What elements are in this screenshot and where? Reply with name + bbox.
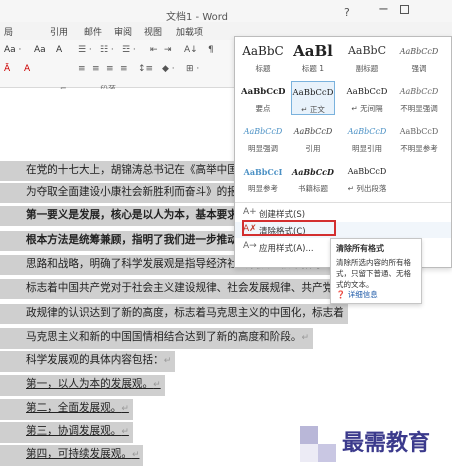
shading-icon[interactable]: ◆ · bbox=[162, 64, 175, 74]
align-center-icon[interactable]: ≡ bbox=[92, 64, 100, 74]
tab-view[interactable]: 视图 bbox=[144, 25, 162, 38]
doc-line[interactable]: 政规律的认识达到了新的高度，标志着马克思主义的中国化，标志着 bbox=[0, 304, 348, 324]
create-style-item[interactable]: A+ 创建样式(S) bbox=[235, 205, 451, 221]
multilevel-list-icon[interactable]: ☲ · bbox=[122, 45, 136, 55]
tab-references[interactable]: 引用 bbox=[50, 25, 68, 38]
tab-addins[interactable]: 加载项 bbox=[176, 25, 203, 38]
doc-line[interactable]: 马克思主义和新的中国国情相结合达到了新的高度和阶段。↵ bbox=[0, 328, 313, 349]
doc-line[interactable]: 第二，全面发展观。↵ bbox=[0, 399, 133, 420]
tooltip-help-link[interactable]: ❓ 详细信息 bbox=[336, 289, 378, 300]
align-right-icon[interactable]: ≡ bbox=[106, 64, 114, 74]
style-subtle-reference[interactable]: AaBbCcD 不明显参考 bbox=[397, 121, 441, 155]
doc-line[interactable]: 在党的十七大上，胡锦涛总书记在《高举中国特 bbox=[0, 161, 253, 181]
phonetic-icon[interactable]: Aa bbox=[34, 45, 46, 55]
clear-formatting-item-spacer bbox=[235, 186, 451, 202]
paragraph-mark: ↵ bbox=[121, 404, 129, 414]
doc-line[interactable]: 第三，协调发展观。↵ bbox=[0, 422, 133, 443]
doc-line[interactable]: 第四，可持续发展观。↵ bbox=[0, 445, 144, 466]
change-case-button[interactable]: Aa · bbox=[4, 45, 21, 55]
gallery-divider bbox=[235, 202, 451, 203]
borders-icon[interactable]: ⊞ · bbox=[186, 64, 199, 74]
align-left-icon[interactable]: ≡ bbox=[78, 64, 86, 74]
style-subtitle[interactable]: AaBbC 副标题 bbox=[345, 41, 389, 75]
highlight-box bbox=[242, 220, 336, 236]
highlight-color-icon[interactable]: Ā bbox=[4, 64, 10, 74]
doc-line[interactable]: 标志着中国共产党对于社会主义建设规律、社会发展规律、共产党执 bbox=[0, 279, 348, 299]
show-marks-icon[interactable]: ¶ bbox=[208, 45, 214, 55]
style-intense-quote[interactable]: AaBbCcD 明显引用 bbox=[345, 121, 389, 155]
decrease-indent-icon[interactable]: ⇤ bbox=[150, 45, 158, 55]
help-icon: ❓ bbox=[336, 290, 346, 299]
watermark-text: 最需教育 bbox=[342, 430, 430, 456]
style-intense-emphasis[interactable]: AaBbCcD 明显强调 bbox=[241, 121, 285, 155]
justify-icon[interactable]: ≡ bbox=[120, 64, 128, 74]
bullets-icon[interactable]: ☰ · bbox=[78, 45, 92, 55]
style-normal[interactable]: AaBbCcD ↵ 正文 bbox=[291, 81, 335, 115]
paragraph-mark: ↵ bbox=[121, 427, 129, 437]
paragraph-mark: ↵ bbox=[153, 380, 161, 390]
clear-formatting-tooltip: 清除所有格式 清除所选内容的所有格式，只留下普通、无格式的文本。 ❓ 详细信息 bbox=[330, 238, 422, 304]
tooltip-title: 清除所有格式 bbox=[336, 244, 384, 253]
style-subtle-emphasis[interactable]: AaBbCcD 不明显强调 bbox=[397, 81, 441, 115]
tab-mailings[interactable]: 邮件 bbox=[84, 25, 102, 38]
char-border-icon[interactable]: A bbox=[56, 45, 62, 55]
maximize-button[interactable] bbox=[400, 5, 409, 14]
font-color-icon[interactable]: A bbox=[24, 64, 30, 74]
paragraph-mark: ↵ bbox=[163, 356, 172, 366]
paragraph-mark: ↵ bbox=[301, 333, 309, 343]
increase-indent-icon[interactable]: ⇥ bbox=[164, 45, 172, 55]
watermark: 最需教育 bbox=[300, 420, 452, 471]
tooltip-body: 清除所选内容的所有格式，只留下普通、无格式的文本。 bbox=[336, 258, 411, 289]
line-spacing-icon[interactable]: ↕≡ bbox=[138, 64, 153, 74]
style-heading-1[interactable]: AaBl 标题 1 bbox=[291, 41, 335, 75]
sort-icon[interactable]: A↓ bbox=[184, 45, 198, 55]
apply-styles-icon: A→ bbox=[243, 241, 257, 251]
tab-layout[interactable]: 局 bbox=[4, 25, 13, 38]
style-no-spacing[interactable]: AaBbCcD ↵ 无间隔 bbox=[345, 81, 389, 115]
create-style-icon: A+ bbox=[243, 207, 257, 217]
numbering-icon[interactable]: ☷ · bbox=[100, 45, 114, 55]
minimize-button[interactable]: − bbox=[378, 2, 389, 17]
doc-line[interactable]: 科学发展观的具体内容包括：↵ bbox=[0, 351, 176, 372]
window-title: 文档1 - Word bbox=[166, 12, 229, 23]
style-strong[interactable]: AaBbCcD 要点 bbox=[241, 81, 285, 115]
style-quote[interactable]: AaBbCcD 引用 bbox=[291, 121, 335, 155]
help-button[interactable]: ? bbox=[344, 6, 350, 19]
doc-line[interactable]: 第一，以人为本的发展观。↵ bbox=[0, 375, 165, 396]
style-emphasis[interactable]: AaBbCcD 强调 bbox=[397, 41, 441, 75]
tab-review[interactable]: 审阅 bbox=[114, 25, 132, 38]
doc-line[interactable]: 第一要义是发展，核心是以人为本，基本要求 bbox=[0, 206, 242, 226]
doc-line[interactable]: 为夺取全面建设小康社会新胜利而奋斗》的报告 bbox=[0, 183, 253, 203]
style-title[interactable]: AaBbC 标题 bbox=[241, 41, 285, 75]
paragraph-mark: ↵ bbox=[131, 450, 140, 460]
